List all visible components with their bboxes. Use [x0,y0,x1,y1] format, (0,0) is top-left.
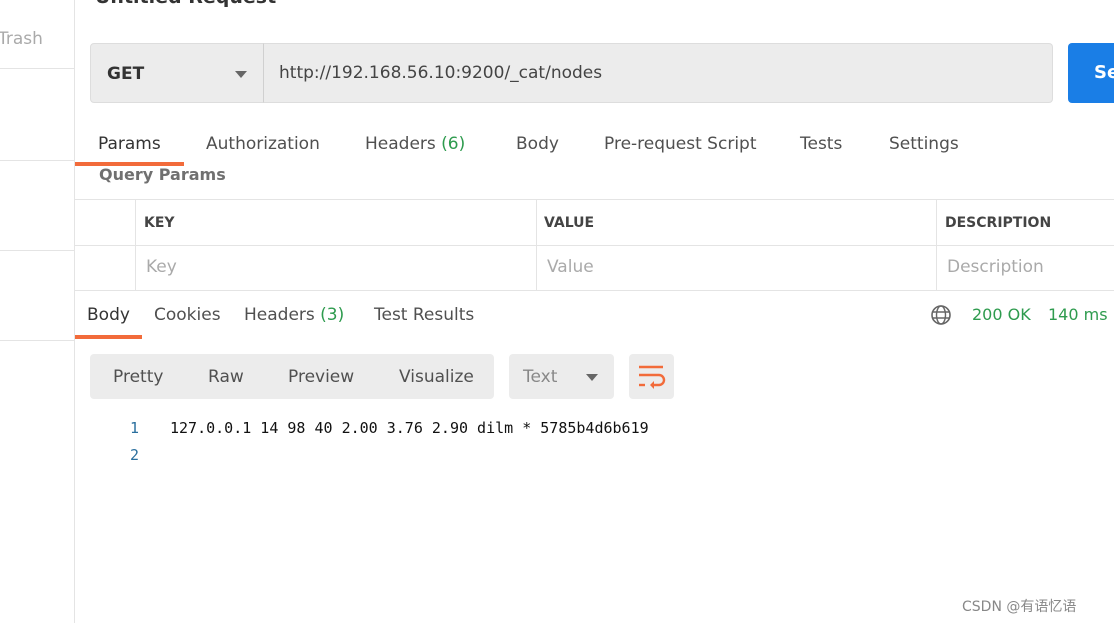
view-pretty[interactable]: Pretty [113,367,163,387]
tab-authorization[interactable]: Authorization [206,134,320,154]
tab-tests[interactable]: Tests [800,134,842,154]
key-input[interactable]: Key [146,257,177,277]
status-code: 200 OK [972,305,1031,324]
tab-label: Headers [244,305,315,325]
value-input[interactable]: Value [547,257,594,277]
chevron-down-icon [586,374,598,381]
tab-label: Headers [365,134,436,154]
column-value: VALUE [544,215,595,231]
globe-icon[interactable] [930,304,952,326]
method-select[interactable]: GET [90,43,264,103]
chevron-down-icon [235,71,247,78]
request-title[interactable]: Untitled Request [95,0,276,8]
column-key: KEY [144,215,175,231]
url-input[interactable]: http://192.168.56.10:9200/_cat/nodes [263,43,1053,103]
line-number: 1 [130,419,140,437]
sidebar-trash[interactable]: Trash [0,29,43,49]
response-tab-headers[interactable]: Headers (3) [244,305,344,325]
headers-count: (3) [320,305,345,325]
wrap-icon [639,365,666,389]
view-visualize[interactable]: Visualize [399,367,474,387]
method-label: GET [107,64,145,84]
query-params-heading: Query Params [99,165,226,184]
watermark: CSDN @有语忆语 [962,599,1077,615]
response-tab-body[interactable]: Body [87,305,130,325]
response-tab-test-results[interactable]: Test Results [374,305,474,325]
response-time: 140 ms [1048,305,1108,324]
send-button[interactable]: Send [1068,43,1114,103]
format-label: Text [523,367,558,387]
response-line: 127.0.0.1 14 98 40 2.00 3.76 2.90 dilm *… [170,419,649,437]
tab-pre-request-script[interactable]: Pre-request Script [604,134,757,154]
view-raw[interactable]: Raw [208,367,244,387]
headers-count: (6) [441,134,466,154]
response-tab-cookies[interactable]: Cookies [154,305,221,325]
view-mode-group: Pretty Raw Preview Visualize [90,354,494,399]
sidebar: Trash [0,0,75,623]
tab-params[interactable]: Params [98,134,161,154]
line-number: 2 [130,446,140,464]
format-select[interactable]: Text [509,354,614,399]
tab-headers[interactable]: Headers (6) [365,134,465,154]
column-description: DESCRIPTION [945,215,1052,231]
tab-settings[interactable]: Settings [889,134,959,154]
wrap-lines-button[interactable] [629,354,674,399]
description-input[interactable]: Description [947,257,1044,277]
tab-body[interactable]: Body [516,134,559,154]
view-preview[interactable]: Preview [288,367,354,387]
